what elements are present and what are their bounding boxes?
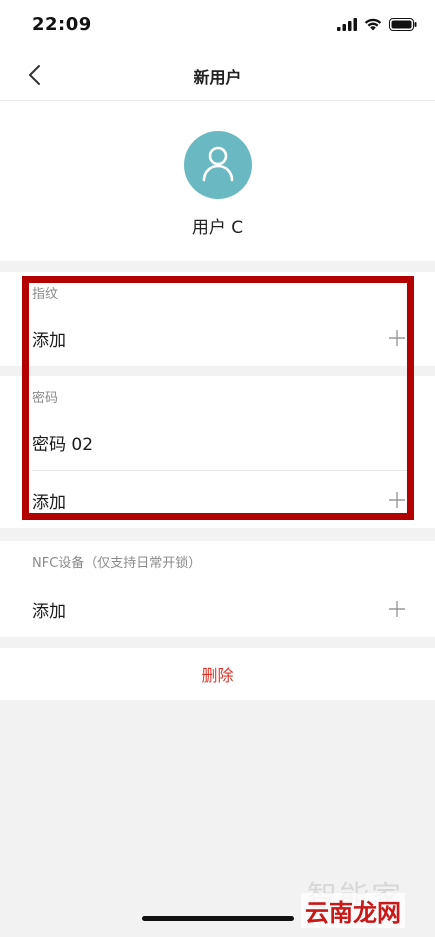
page-title: 新用户: [193, 68, 242, 87]
fingerprint-section: 指纹 添加: [0, 272, 435, 366]
user-icon: [202, 146, 234, 182]
home-indicator[interactable]: [142, 916, 294, 921]
list-item[interactable]: 密码 02: [0, 414, 435, 470]
profile-card: 用户 C: [0, 101, 435, 261]
nfc-section: NFC设备（仅支持日常开锁） 添加: [0, 541, 435, 637]
delete-button[interactable]: 删除: [0, 648, 435, 700]
delete-label: 删除: [201, 666, 234, 685]
password-label: 密码: [32, 391, 59, 406]
status-bar: 22:09: [0, 0, 435, 50]
password-section: 密码 密码 02 添加: [0, 376, 435, 528]
nav-bar: 新用户: [0, 50, 435, 101]
signal-icon: [337, 16, 357, 35]
nfc-add-label: 添加: [32, 602, 66, 622]
fingerprint-add-label: 添加: [32, 331, 66, 351]
password-add-label: 添加: [32, 493, 66, 513]
avatar[interactable]: [184, 131, 252, 199]
status-time: 22:09: [32, 14, 92, 35]
fingerprint-label: 指纹: [32, 287, 59, 302]
status-icons: [337, 16, 417, 35]
fingerprint-add-row[interactable]: 添加: [0, 310, 435, 366]
nfc-add-row[interactable]: 添加: [0, 581, 435, 637]
wifi-icon: [364, 16, 382, 35]
plus-icon[interactable]: [389, 330, 405, 346]
plus-icon[interactable]: [389, 601, 405, 617]
nfc-label: NFC设备（仅支持日常开锁）: [32, 556, 202, 571]
password-add-row[interactable]: 添加: [0, 472, 435, 528]
password-item-label: 密码 02: [32, 435, 94, 455]
watermark-site: 云南龙网: [301, 893, 405, 928]
plus-icon[interactable]: [389, 492, 405, 508]
user-name[interactable]: 用户 C: [0, 213, 435, 238]
divider: [32, 470, 413, 471]
battery-icon: [389, 16, 417, 35]
